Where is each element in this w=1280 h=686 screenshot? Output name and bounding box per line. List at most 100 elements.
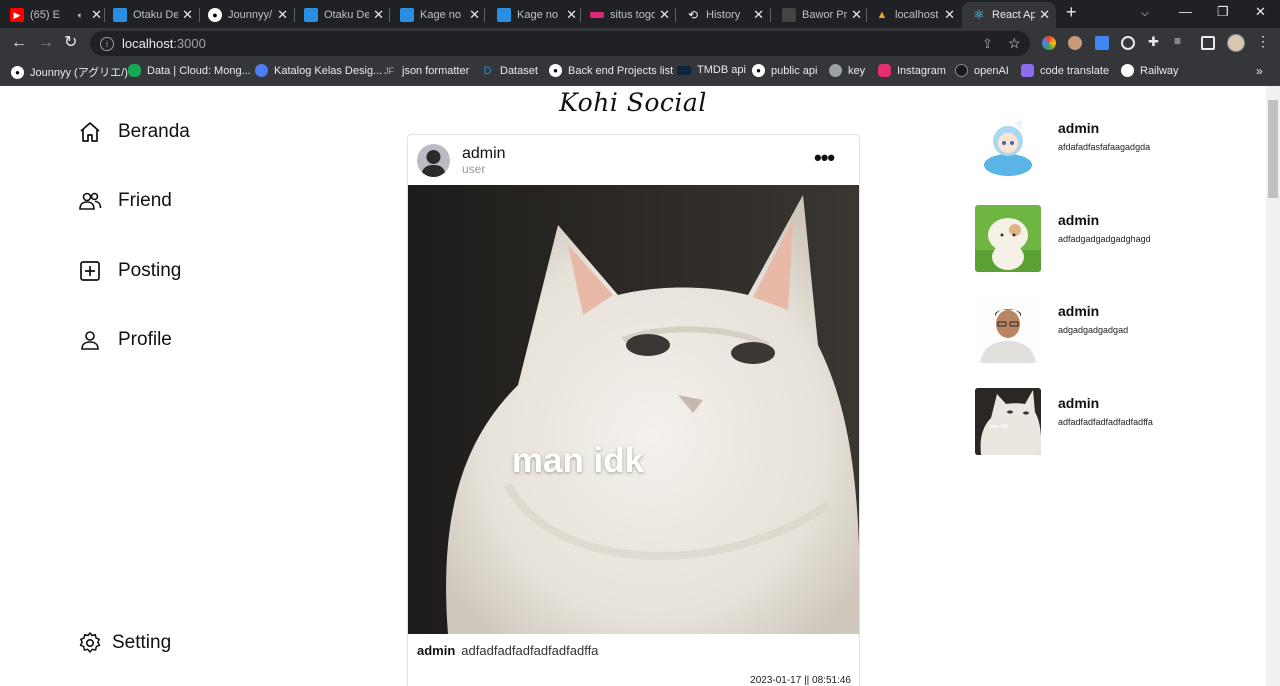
tab-localhost[interactable]: ▲ localhost ✕ bbox=[875, 2, 955, 28]
post-thumbnail[interactable] bbox=[975, 205, 1041, 272]
bookmark-item[interactable]: TMDB api bbox=[677, 64, 746, 76]
address-bar[interactable]: i localhost:3000 ⇪ ☆ bbox=[90, 31, 1030, 56]
bookmark-label: Railway bbox=[1140, 64, 1179, 77]
menu-icon[interactable]: ⋮ bbox=[1256, 33, 1270, 49]
close-icon[interactable]: ✕ bbox=[566, 7, 577, 23]
sidebar-post-item[interactable]: admin adfadgadgadgadghagd bbox=[975, 205, 1235, 272]
info-icon[interactable]: i bbox=[100, 36, 114, 51]
gear-icon bbox=[79, 632, 101, 653]
thumb-overlay-text: man idk bbox=[989, 424, 1008, 430]
bookmark-item[interactable]: code translate bbox=[1021, 64, 1109, 77]
back-button[interactable]: ← bbox=[11, 34, 27, 52]
tab-title: Otaku De bbox=[133, 9, 179, 21]
caption-author[interactable]: admin bbox=[417, 643, 455, 658]
bookmark-item[interactable]: openAI bbox=[955, 64, 1009, 77]
close-icon[interactable]: ✕ bbox=[469, 7, 480, 23]
tab-search-icon[interactable]: ⌵ bbox=[1141, 8, 1149, 19]
close-icon[interactable]: ✕ bbox=[182, 7, 193, 23]
minimize-button[interactable]: — bbox=[1179, 4, 1192, 19]
tab-kage-1[interactable]: Kage no ✕ bbox=[400, 2, 480, 28]
avatar[interactable] bbox=[417, 144, 450, 177]
close-icon[interactable]: ✕ bbox=[753, 7, 764, 23]
post-author[interactable]: admin bbox=[462, 145, 506, 163]
bookmarks-overflow-icon[interactable]: » bbox=[1256, 64, 1263, 78]
profile-avatar[interactable] bbox=[1227, 34, 1245, 52]
extension-target-icon[interactable] bbox=[1121, 36, 1135, 50]
tab-kage-2[interactable]: Kage no ✕ bbox=[497, 2, 577, 28]
more-options-icon[interactable]: ••• bbox=[814, 145, 835, 171]
bookmark-item[interactable]: ● public api bbox=[752, 64, 817, 77]
colorzilla-icon[interactable] bbox=[1042, 36, 1056, 50]
share-icon[interactable]: ⇪ bbox=[982, 36, 993, 52]
close-icon[interactable]: ✕ bbox=[91, 7, 102, 23]
close-icon[interactable]: ✕ bbox=[659, 7, 670, 23]
sidebar-post-author[interactable]: admin bbox=[1058, 120, 1099, 136]
bookmark-item[interactable]: D Dataset bbox=[481, 64, 538, 77]
tab-situs[interactable]: situs togo ✕ bbox=[590, 2, 670, 28]
side-panel-icon[interactable] bbox=[1201, 36, 1215, 50]
sidebar-post-item[interactable]: admin adgadgadgadgad bbox=[975, 296, 1235, 363]
tab-otaku-2[interactable]: Otaku De ✕ bbox=[304, 2, 384, 28]
post-thumbnail[interactable]: man idk bbox=[975, 388, 1041, 455]
sidebar-post-author[interactable]: admin bbox=[1058, 212, 1099, 228]
tab-bawor[interactable]: Bawor Pr ✕ bbox=[782, 2, 862, 28]
tab-separator bbox=[580, 8, 581, 22]
scrollbar-thumb[interactable] bbox=[1268, 100, 1278, 198]
close-icon[interactable]: ✕ bbox=[1039, 7, 1050, 23]
tab-otaku-1[interactable]: Otaku De ✕ bbox=[113, 2, 193, 28]
cat-cartoon-thumb bbox=[975, 205, 1041, 272]
close-icon[interactable]: ✕ bbox=[944, 7, 955, 23]
extension-doc-icon[interactable] bbox=[1095, 36, 1109, 50]
post-caption: admin adfadfadfadfadfadfadffa bbox=[417, 643, 598, 658]
bookmark-label: Jounnyy (アグリエ/) bbox=[30, 67, 128, 79]
post-thumbnail[interactable] bbox=[975, 296, 1041, 363]
speaker-icon[interactable]: 🔈︎ bbox=[78, 10, 83, 21]
sidebar-post-item[interactable]: admin afdafadfasfafaagadgda bbox=[975, 113, 1235, 180]
tab-youtube[interactable]: ▶ (65) E 🔈︎ ✕ bbox=[10, 2, 102, 28]
nav-item-friend[interactable]: Friend bbox=[78, 189, 172, 213]
nav-item-setting[interactable]: Setting bbox=[78, 631, 171, 655]
close-window-button[interactable]: ✕ bbox=[1255, 4, 1266, 20]
page-scrollbar[interactable] bbox=[1266, 86, 1280, 686]
extension-avatar-icon[interactable] bbox=[1068, 36, 1082, 50]
close-icon[interactable]: ✕ bbox=[277, 7, 288, 23]
post-thumbnail[interactable] bbox=[975, 113, 1041, 180]
reload-button[interactable]: ↻ bbox=[64, 34, 77, 52]
sidebar-post-author[interactable]: admin bbox=[1058, 395, 1099, 411]
bookmark-label: openAI bbox=[974, 64, 1009, 77]
github-icon: ● bbox=[752, 64, 765, 77]
post-image[interactable]: man idk bbox=[408, 185, 859, 634]
bookmark-item[interactable]: ● Jounnyy (アグリエ/) bbox=[11, 64, 128, 80]
puzzle-icon[interactable]: ✚ bbox=[1148, 34, 1162, 49]
bookmark-item[interactable]: Data | Cloud: Mong... bbox=[128, 64, 251, 77]
tab-react-app[interactable]: ⚛ React App ✕ bbox=[962, 2, 1056, 28]
dataset-icon: D bbox=[483, 64, 492, 77]
bookmark-item[interactable]: Instagram bbox=[878, 64, 946, 77]
bookmark-item[interactable]: Katalog Kelas Desig... bbox=[255, 64, 382, 77]
bookmark-item[interactable]: Railway bbox=[1121, 64, 1179, 77]
tab-history[interactable]: ⟲ History ✕ bbox=[686, 2, 764, 28]
close-icon[interactable]: ✕ bbox=[851, 7, 862, 23]
page-content: Kohi Social Beranda Friend Posting Profi… bbox=[0, 86, 1280, 686]
nav-label: Setting bbox=[112, 632, 172, 653]
sidebar-post-author[interactable]: admin bbox=[1058, 303, 1099, 319]
bookmark-item[interactable]: key bbox=[829, 64, 865, 77]
post-author-role: user bbox=[462, 162, 486, 176]
globe-icon bbox=[829, 64, 842, 77]
post-card: admin user ••• man idk admin adfadfadfad… bbox=[407, 134, 860, 686]
new-tab-button[interactable]: + bbox=[1066, 2, 1077, 23]
star-icon[interactable]: ☆ bbox=[1008, 35, 1021, 52]
nav-item-posting[interactable]: Posting bbox=[78, 259, 181, 283]
site-icon bbox=[255, 64, 268, 77]
tab-github[interactable]: ● Jounnyy/ ✕ bbox=[208, 2, 288, 28]
nav-item-beranda[interactable]: Beranda bbox=[78, 120, 190, 144]
nav-item-profile[interactable]: Profile bbox=[78, 328, 172, 352]
bookmark-item[interactable]: JF json formatter bbox=[382, 64, 469, 77]
close-icon[interactable]: ✕ bbox=[373, 7, 384, 23]
reading-list-icon[interactable]: ≡ bbox=[1174, 34, 1188, 48]
sidebar-post-item[interactable]: man idk admin adfadfadfadfadfadfadffa bbox=[975, 388, 1235, 455]
bookmark-label: Back end Projects list bbox=[568, 64, 674, 77]
forward-button[interactable]: → bbox=[38, 34, 54, 52]
bookmark-item[interactable]: ● Back end Projects list bbox=[549, 64, 673, 77]
maximize-button[interactable]: ❐ bbox=[1217, 4, 1229, 20]
